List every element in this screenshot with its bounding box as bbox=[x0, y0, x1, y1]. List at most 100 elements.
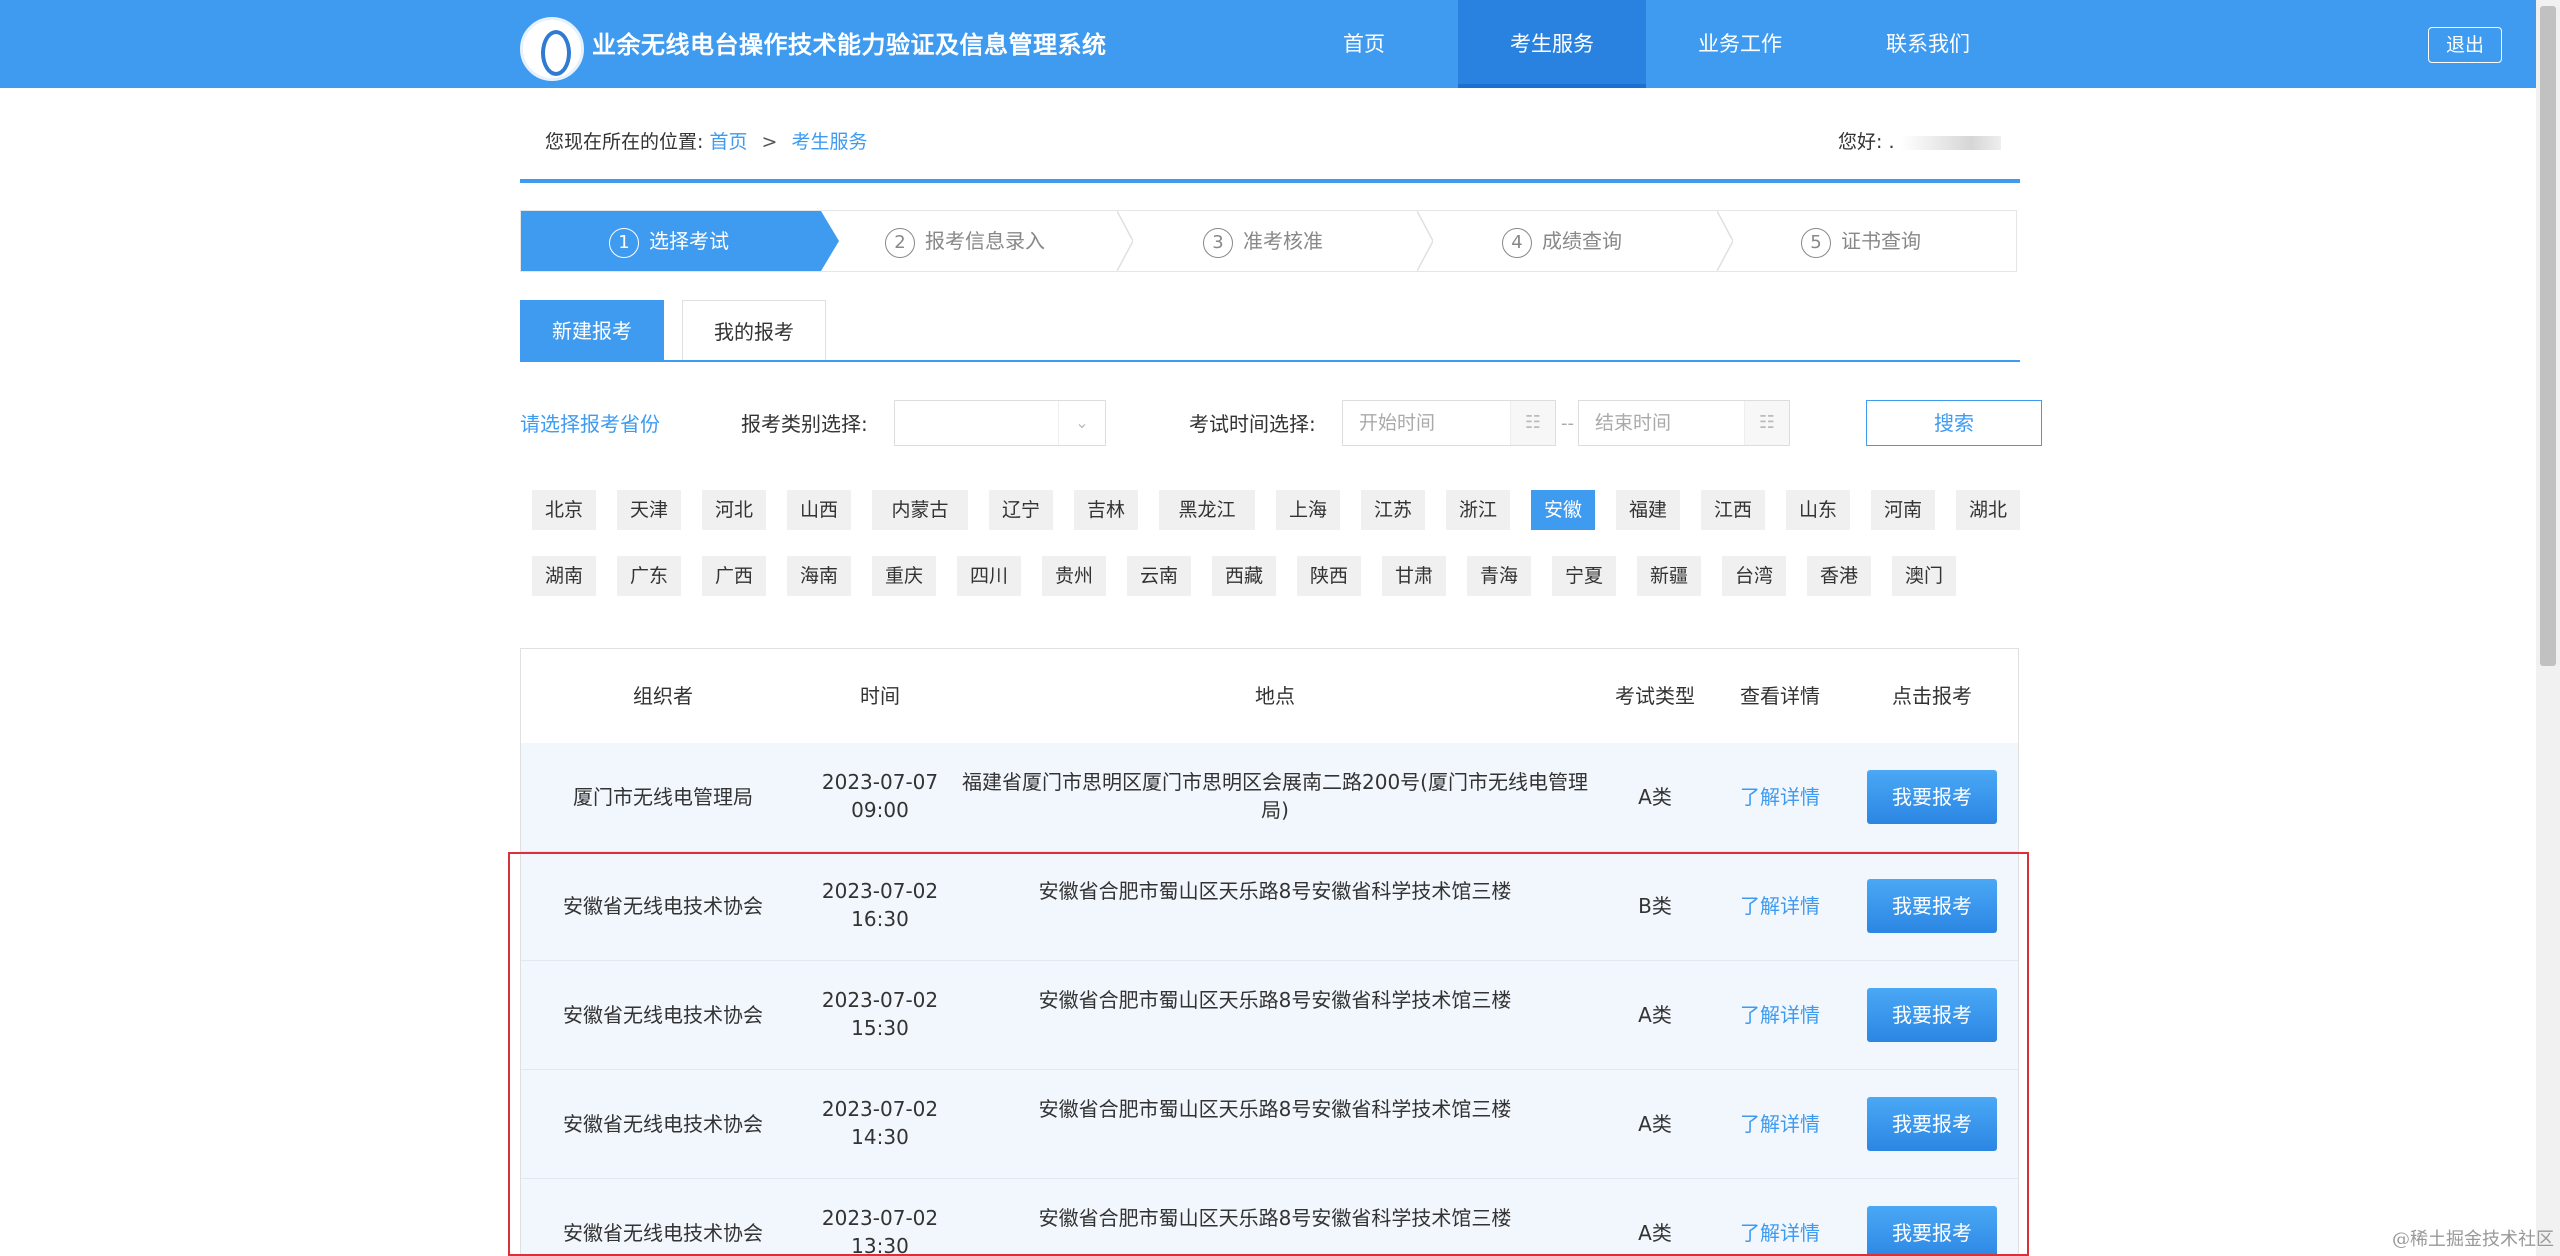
province-button[interactable]: 福建 bbox=[1616, 490, 1680, 530]
details-link[interactable]: 了解详情 bbox=[1715, 1001, 1845, 1029]
col-header-time: 时间 bbox=[860, 684, 900, 708]
chevron-down-icon[interactable]: ⌄ bbox=[1058, 401, 1105, 445]
tab-my-registrations[interactable]: 我的报考 bbox=[682, 300, 826, 362]
scrollbar-thumb[interactable] bbox=[2540, 6, 2556, 666]
province-button[interactable]: 湖南 bbox=[532, 556, 596, 596]
details-link[interactable]: 了解详情 bbox=[1715, 783, 1845, 811]
province-button[interactable]: 四川 bbox=[957, 556, 1021, 596]
step-number: 3 bbox=[1203, 228, 1233, 258]
table-row: 安徽省无线电技术协会 2023-07-02 14:30 安徽省合肥市蜀山区天乐路… bbox=[521, 1070, 2018, 1179]
province-button[interactable]: 台湾 bbox=[1722, 556, 1786, 596]
province-button[interactable]: 贵州 bbox=[1042, 556, 1106, 596]
province-button[interactable]: 新疆 bbox=[1637, 556, 1701, 596]
cell-time: 2023-07-07 09:00 bbox=[805, 768, 955, 824]
province-button[interactable]: 辽宁 bbox=[989, 490, 1053, 530]
province-button[interactable]: 江西 bbox=[1701, 490, 1765, 530]
step-number: 1 bbox=[609, 228, 639, 258]
province-button[interactable]: 安徽 bbox=[1531, 490, 1595, 530]
province-button[interactable]: 吉林 bbox=[1074, 490, 1138, 530]
province-button[interactable]: 湖北 bbox=[1956, 490, 2020, 530]
nav-candidate-services[interactable]: 考生服务 bbox=[1458, 0, 1646, 88]
province-button[interactable]: 河北 bbox=[702, 490, 766, 530]
logout-button[interactable]: 退出 bbox=[2428, 27, 2502, 63]
cell-location-line1: 安徽省合肥市蜀山区天乐路8号安徽省科学技术馆三楼 bbox=[1038, 988, 1512, 1012]
apply-button[interactable]: 我要报考 bbox=[1867, 1097, 1997, 1151]
province-button[interactable]: 广西 bbox=[702, 556, 766, 596]
col-header-details: 查看详情 bbox=[1740, 684, 1820, 708]
cell-time: 2023-07-02 16:30 bbox=[805, 877, 955, 933]
province-button[interactable]: 江苏 bbox=[1361, 490, 1425, 530]
greeting-user: . bbox=[1888, 131, 1895, 153]
province-button[interactable]: 上海 bbox=[1276, 490, 1340, 530]
step-chevron-icon bbox=[1417, 211, 1433, 271]
details-link[interactable]: 了解详情 bbox=[1715, 1110, 1845, 1138]
province-button[interactable]: 北京 bbox=[532, 490, 596, 530]
apply-button[interactable]: 我要报考 bbox=[1867, 988, 1997, 1042]
tab-new-registration[interactable]: 新建报考 bbox=[520, 300, 664, 362]
cell-date: 2023-07-02 bbox=[821, 1097, 939, 1121]
cell-location-line1: 安徽省合肥市蜀山区天乐路8号安徽省科学技术馆三楼 bbox=[1038, 1097, 1512, 1121]
province-button[interactable]: 天津 bbox=[617, 490, 681, 530]
cell-location: 安徽省合肥市蜀山区天乐路8号安徽省科学技术馆三楼 bbox=[955, 1095, 1595, 1123]
category-select[interactable]: ⌄ bbox=[894, 400, 1106, 446]
province-button[interactable]: 云南 bbox=[1127, 556, 1191, 596]
province-button[interactable]: 山东 bbox=[1786, 490, 1850, 530]
search-button[interactable]: 搜索 bbox=[1866, 400, 2042, 446]
tab-divider bbox=[520, 360, 2020, 362]
province-button[interactable]: 河南 bbox=[1871, 490, 1935, 530]
cell-exam-type: B类 bbox=[1638, 894, 1672, 918]
date-separator: -- bbox=[1561, 413, 1574, 434]
breadcrumb: 您现在所在的位置: 首页 > 考生服务 bbox=[545, 126, 868, 158]
details-link[interactable]: 了解详情 bbox=[1715, 1219, 1845, 1247]
province-button[interactable]: 西藏 bbox=[1212, 556, 1276, 596]
province-button[interactable]: 甘肃 bbox=[1382, 556, 1446, 596]
cell-time: 2023-07-02 14:30 bbox=[805, 1095, 955, 1151]
breadcrumb-home-link[interactable]: 首页 bbox=[709, 131, 747, 153]
nav-business-work[interactable]: 业务工作 bbox=[1646, 0, 1834, 88]
province-button[interactable]: 陕西 bbox=[1297, 556, 1361, 596]
province-button[interactable]: 重庆 bbox=[872, 556, 936, 596]
apply-button[interactable]: 我要报考 bbox=[1867, 879, 1997, 933]
province-button[interactable]: 香港 bbox=[1807, 556, 1871, 596]
province-button[interactable]: 澳门 bbox=[1892, 556, 1956, 596]
calendar-icon[interactable]: ☷ bbox=[1744, 401, 1789, 445]
province-button[interactable]: 黑龙江 bbox=[1159, 490, 1255, 530]
province-button[interactable]: 广东 bbox=[617, 556, 681, 596]
step-label: 准考核准 bbox=[1243, 229, 1323, 253]
province-button[interactable]: 山西 bbox=[787, 490, 851, 530]
end-date-input[interactable]: 结束时间 ☷ bbox=[1578, 400, 1790, 446]
breadcrumb-current[interactable]: 考生服务 bbox=[791, 131, 867, 153]
step-chevron-icon bbox=[1717, 211, 1733, 271]
calendar-icon[interactable]: ☷ bbox=[1510, 401, 1555, 445]
table-row: 安徽省无线电技术协会 2023-07-02 16:30 安徽省合肥市蜀山区天乐路… bbox=[521, 852, 2018, 961]
step-enter-info: 2 报考信息录入 bbox=[885, 211, 1045, 271]
col-header-organizer: 组织者 bbox=[633, 684, 693, 708]
apply-button[interactable]: 我要报考 bbox=[1867, 770, 1997, 824]
time-label: 考试时间选择: bbox=[1189, 412, 1316, 436]
step-number: 4 bbox=[1502, 228, 1532, 258]
province-button[interactable]: 海南 bbox=[787, 556, 851, 596]
end-date-placeholder: 结束时间 bbox=[1595, 412, 1672, 434]
cell-location: 安徽省合肥市蜀山区天乐路8号安徽省科学技术馆三楼 bbox=[955, 986, 1595, 1014]
cell-hour: 15:30 bbox=[851, 1016, 909, 1040]
start-date-input[interactable]: 开始时间 ☷ bbox=[1342, 400, 1556, 446]
province-button[interactable]: 青海 bbox=[1467, 556, 1531, 596]
step-chevron-icon bbox=[1117, 211, 1133, 271]
cell-organizer: 厦门市无线电管理局 bbox=[573, 785, 753, 809]
progress-steps: 1 选择考试 2 报考信息录入 3 准考核准 4 成绩查询 5 证书查询 bbox=[520, 210, 2017, 272]
category-label: 报考类别选择: bbox=[741, 412, 868, 436]
nav-contact-us[interactable]: 联系我们 bbox=[1834, 0, 2022, 88]
step-admission-approval: 3 准考核准 bbox=[1203, 211, 1323, 271]
nav-home[interactable]: 首页 bbox=[1270, 0, 1458, 88]
cell-exam-type: A类 bbox=[1638, 785, 1672, 809]
cell-date: 2023-07-02 bbox=[821, 1206, 939, 1230]
province-button[interactable]: 宁夏 bbox=[1552, 556, 1616, 596]
cell-organizer: 安徽省无线电技术协会 bbox=[563, 1003, 763, 1027]
site-title: 业余无线电台操作技术能力验证及信息管理系统 bbox=[592, 31, 1107, 59]
apply-button[interactable]: 我要报考 bbox=[1867, 1206, 1997, 1256]
start-date-placeholder: 开始时间 bbox=[1359, 412, 1436, 434]
cell-location-line2: 局) bbox=[1261, 798, 1289, 822]
province-button[interactable]: 浙江 bbox=[1446, 490, 1510, 530]
details-link[interactable]: 了解详情 bbox=[1715, 892, 1845, 920]
province-button[interactable]: 内蒙古 bbox=[872, 490, 968, 530]
